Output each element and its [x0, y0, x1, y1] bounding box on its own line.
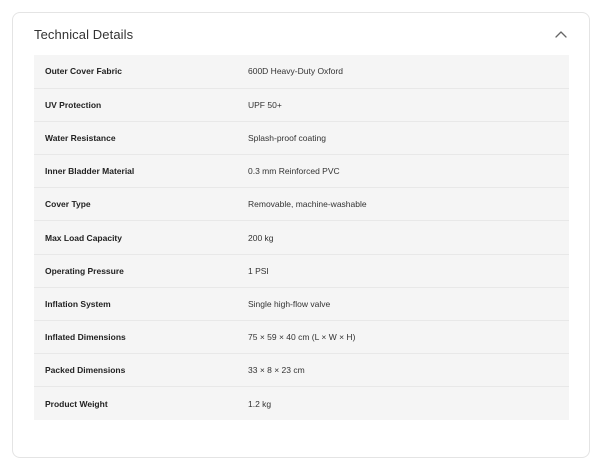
- spec-value: 1.2 kg: [248, 386, 569, 421]
- spec-label: Inflation System: [34, 286, 248, 321]
- spec-value: UPF 50+: [248, 87, 569, 122]
- spec-label: Operating Pressure: [34, 253, 248, 288]
- spec-value: 200 kg: [248, 220, 569, 255]
- spec-label: Outer Cover Fabric: [45, 66, 122, 77]
- spec-row: Inflated Dimensions 75 × 59 × 40 cm (L ×…: [34, 319, 569, 354]
- spec-label: Max Load Capacity: [34, 220, 248, 255]
- spec-label: Packed Dimensions: [34, 353, 248, 387]
- technical-details-panel: Technical Details Outer Cover Fabric 600…: [12, 12, 590, 458]
- spec-row: Outer Cover Fabric 600D Heavy-Duty Oxfor…: [34, 55, 569, 88]
- chevron-up-icon[interactable]: [553, 26, 569, 42]
- spec-value: Splash-proof coating: [248, 120, 569, 155]
- spec-row: UV Protection UPF 50+: [34, 87, 569, 122]
- spec-label: Inner Bladder Material: [34, 154, 248, 188]
- spec-row: Operating Pressure 1 PSI: [34, 253, 569, 288]
- spec-value: 600D Heavy-Duty Oxford: [248, 66, 343, 77]
- section-title: Technical Details: [34, 26, 134, 42]
- spec-label: Water Resistance: [34, 120, 248, 155]
- spec-value: 75 × 59 × 40 cm (L × W × H): [248, 319, 569, 354]
- spec-value: 0.3 mm Reinforced PVC: [248, 154, 569, 188]
- spec-row: Inner Bladder Material 0.3 mm Reinforced…: [34, 154, 569, 188]
- spec-row: Packed Dimensions 33 × 8 × 23 cm: [34, 353, 569, 387]
- spec-row: Inflation System Single high-flow valve: [34, 286, 569, 321]
- spec-value: Single high-flow valve: [248, 286, 569, 321]
- spec-row: Max Load Capacity 200 kg: [34, 220, 569, 255]
- technical-details-header[interactable]: Technical Details: [13, 13, 589, 55]
- spec-value: 33 × 8 × 23 cm: [248, 353, 569, 387]
- spec-row: Water Resistance Splash-proof coating: [34, 120, 569, 155]
- spec-label: Inflated Dimensions: [34, 319, 248, 354]
- spec-value: 1 PSI: [248, 253, 569, 288]
- spec-value: Removable, machine-washable: [248, 187, 569, 221]
- spec-label: Cover Type: [34, 187, 248, 221]
- spec-row: Cover Type Removable, machine-washable: [34, 187, 569, 221]
- spec-label: UV Protection: [34, 87, 248, 122]
- spec-table: Outer Cover Fabric 600D Heavy-Duty Oxfor…: [34, 55, 569, 421]
- spec-row: Product Weight 1.2 kg: [34, 386, 569, 421]
- spec-label: Product Weight: [34, 386, 248, 421]
